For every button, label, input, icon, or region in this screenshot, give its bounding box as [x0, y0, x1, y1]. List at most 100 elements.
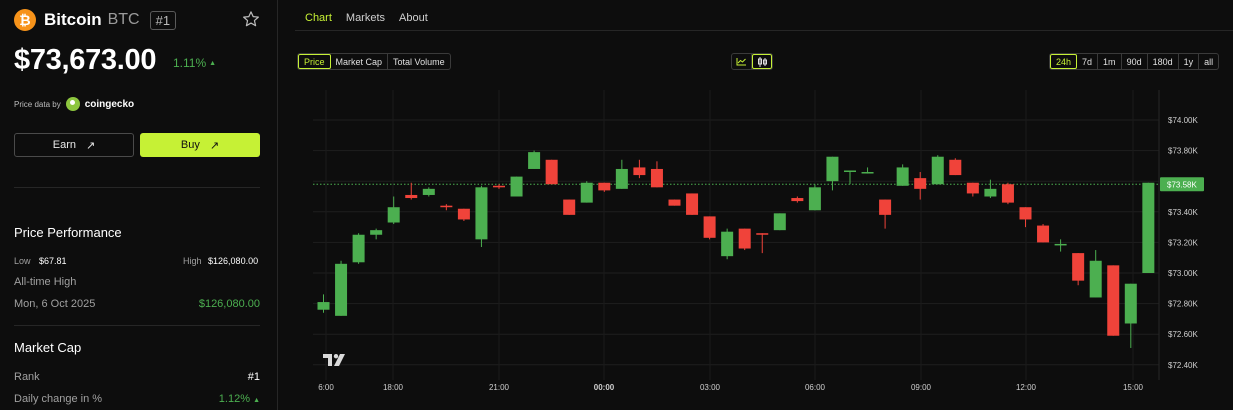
daily-change-number: 1.12%: [218, 393, 250, 405]
rank-value: #1: [247, 371, 260, 383]
candle-body: [405, 194, 418, 199]
high-label: High: [183, 256, 202, 266]
tab-markets[interactable]: Markets: [346, 12, 385, 31]
candle-body: [370, 230, 383, 235]
candle-body: [738, 228, 751, 249]
metric-price[interactable]: Price: [298, 54, 331, 69]
range-90d[interactable]: 90d: [1122, 54, 1148, 69]
x-tick-label: 15:00: [1123, 383, 1144, 392]
earn-button-label: Earn: [52, 139, 77, 151]
daily-change-label: Daily change in %: [14, 393, 103, 405]
price-data-label: Price data by: [14, 99, 61, 109]
candle-body: [598, 182, 611, 191]
metric-selector: Price Market Cap Total Volume: [297, 53, 451, 70]
y-tick-label: $73.40K: [1168, 208, 1198, 217]
range-1m[interactable]: 1m: [1098, 54, 1122, 69]
tradingview-logo-icon[interactable]: [323, 354, 347, 367]
candle-body: [510, 176, 523, 197]
y-tick-label: $72.40K: [1168, 361, 1198, 370]
candle-body: [826, 156, 839, 182]
candle-body: [457, 208, 470, 220]
range-1y[interactable]: 1y: [1179, 54, 1200, 69]
ath-label: All-time High: [14, 276, 77, 288]
candle-body: [949, 159, 962, 176]
tab-bar: Chart Markets About: [305, 12, 428, 31]
candle-body: [668, 199, 681, 206]
candle-body: [1019, 207, 1032, 220]
metric-total-volume[interactable]: Total Volume: [388, 54, 450, 69]
buy-button[interactable]: Buy ↗: [140, 133, 260, 157]
x-tick-label: 09:00: [911, 383, 932, 392]
divider: [14, 325, 260, 326]
candle-body: [844, 170, 856, 172]
low-value: $67.81: [39, 256, 67, 266]
candle-body: [703, 216, 716, 238]
price-performance-title: Price Performance: [14, 225, 122, 240]
candle-body: [545, 159, 558, 185]
x-tick-label: 00:00: [594, 383, 615, 392]
candle-body: [931, 156, 944, 185]
up-arrow-icon: ▲: [253, 397, 260, 404]
candle-body: [493, 185, 505, 188]
coin-name: Bitcoin: [44, 10, 102, 29]
candle-body: [914, 178, 927, 189]
tab-about[interactable]: About: [399, 12, 428, 31]
market-cap-title: Market Cap: [14, 340, 82, 355]
ath-label-row: All-time High: [14, 276, 260, 288]
candle-body: [1124, 283, 1137, 324]
up-arrow-icon: ▲: [209, 60, 217, 68]
low-row: Low $67.81: [14, 256, 67, 266]
x-tick-label: 21:00: [489, 383, 510, 392]
candle-body: [317, 302, 330, 310]
candle-body: [1072, 253, 1085, 281]
candlestick-icon[interactable]: [752, 54, 772, 69]
price-candlestick-chart[interactable]: $74.00K$73.80K$73.60K$73.40K$73.20K$73.0…: [295, 90, 1233, 410]
range-all[interactable]: all: [1199, 54, 1218, 69]
coin-symbol: BTC: [107, 11, 140, 28]
ath-value: $126,080.00: [198, 298, 260, 310]
candle-body: [422, 188, 435, 195]
tab-divider: [295, 30, 1233, 31]
candle-body: [879, 199, 892, 215]
y-tick-label: $73.20K: [1168, 238, 1198, 247]
candle-body: [984, 188, 997, 197]
star-icon[interactable]: [242, 10, 260, 28]
rank-row: Rank #1: [14, 371, 260, 383]
bitcoin-logo-icon: ₿: [14, 9, 36, 31]
earn-button[interactable]: Earn ↗: [14, 133, 134, 157]
candle-body: [528, 152, 541, 169]
range-180d[interactable]: 180d: [1148, 54, 1179, 69]
candle-body: [686, 193, 699, 215]
rank-label: Rank: [14, 371, 40, 383]
candle-body: [387, 207, 400, 223]
candle-body: [633, 167, 646, 176]
candle-body: [615, 168, 628, 189]
coingecko-logo-icon: [65, 97, 80, 111]
range-24h[interactable]: 24h: [1050, 54, 1078, 69]
price-change-percent: 1.11% ▲: [173, 56, 216, 70]
candle-body: [650, 168, 663, 188]
x-tick-label: 18:00: [383, 383, 404, 392]
candle-body: [352, 234, 365, 263]
daily-change-value: 1.12% ▲: [219, 393, 260, 405]
candle-body: [808, 187, 821, 211]
metric-market-cap[interactable]: Market Cap: [331, 54, 389, 69]
current-price-label: $73.58K: [1167, 180, 1197, 189]
candle-body: [861, 172, 874, 174]
candle-body: [335, 263, 348, 316]
rank-badge: #1: [149, 10, 177, 30]
price-data-attribution: Price data by coingecko: [14, 97, 134, 111]
line-chart-icon[interactable]: [732, 54, 752, 69]
divider: [14, 187, 260, 188]
candle-body: [791, 198, 804, 202]
tab-chart[interactable]: Chart: [305, 12, 332, 31]
range-7d[interactable]: 7d: [1077, 54, 1099, 69]
candle-body: [773, 213, 786, 231]
candle-body: [756, 233, 769, 235]
ath-row: Mon, 6 Oct 2025 $126,080.00: [14, 298, 260, 310]
price-data-provider[interactable]: coingecko: [85, 99, 134, 110]
candle-body: [896, 167, 909, 186]
chart-type-selector: [731, 53, 773, 70]
x-tick-label: 12:00: [1016, 383, 1037, 392]
candle-body: [1089, 260, 1102, 298]
